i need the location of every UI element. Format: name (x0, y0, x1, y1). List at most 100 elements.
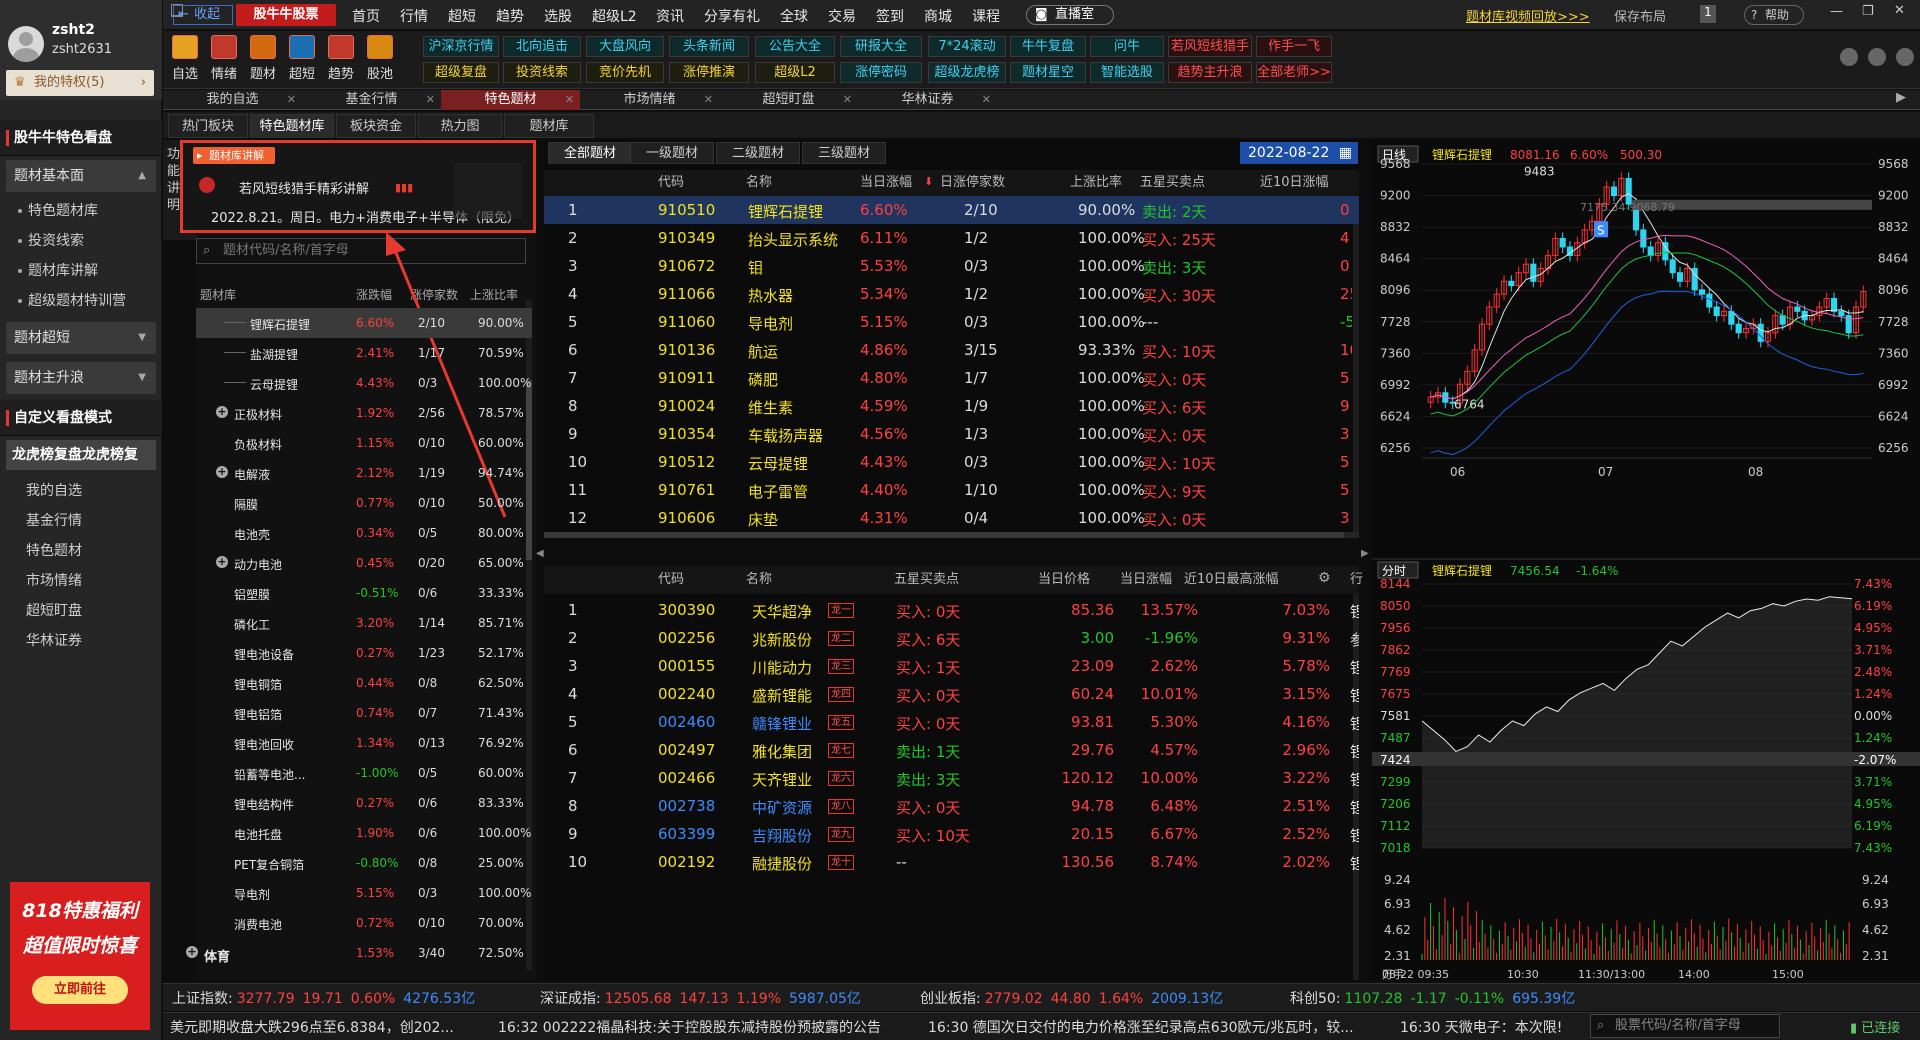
toolbar-tag[interactable]: 研报大全 (840, 36, 922, 57)
lib-row[interactable]: 导电剂 5.15% 0/3 100.00% (196, 878, 532, 908)
collapse-left-icon[interactable]: ◀ (536, 548, 544, 559)
toolbar-tag[interactable]: 涨停推演 (669, 62, 749, 83)
toolbar-tag[interactable]: 趋势主升浪 (1168, 62, 1252, 83)
table-a-col-header[interactable]: 代码 (658, 170, 684, 196)
table-a-row[interactable]: 10 910512 云母提锂 4.43% 0/3 100.00% 买入: 10天 5 (544, 448, 1359, 476)
save-layout-button[interactable]: 保存布局 (1614, 6, 1666, 25)
group-topic-short[interactable]: 题材超短 ▼ (6, 322, 156, 354)
table-b-col-header[interactable]: 五星买卖点 (894, 567, 959, 593)
service-icon[interactable] (1840, 48, 1858, 66)
lib-row[interactable]: 负极材料 1.15% 0/10 60.00% (196, 428, 532, 458)
table-b-col-header[interactable]: 行 (1350, 567, 1363, 593)
table-a-row[interactable]: 2 910349 抬头显示系统 6.11% 1/2 100.00% 买入: 25天 4 (544, 224, 1359, 252)
toolbar-tag[interactable]: 涨停密码 (840, 62, 922, 83)
table-b-row[interactable]: 4 002240 盛新锂能 龙四 买入: 0天 60.24 10.01% 3.15% 锂 (544, 680, 1359, 708)
lib-row[interactable]: 锂电池设备 0.27% 1/23 52.17% (196, 638, 532, 668)
minimize-icon[interactable]: — (1830, 4, 1843, 19)
menu-news[interactable]: 资讯 (656, 6, 684, 26)
sidebar-custom-item[interactable]: 超短盯盘 (26, 600, 82, 620)
close-icon[interactable]: ✕ (1894, 3, 1905, 18)
sidebar-item-topic-lib[interactable]: 特色题材库 (18, 200, 98, 220)
table-b-row[interactable]: 2 002256 兆新股份 龙二 买入: 6天 3.00 -1.96% 9.31% 参 (544, 624, 1359, 652)
expand-icon[interactable]: + (216, 556, 228, 568)
avatar[interactable] (8, 26, 44, 62)
lib-row[interactable]: + 电解液 2.12% 1/19 94.74% (196, 458, 532, 488)
menu-signin[interactable]: 签到 (876, 6, 904, 26)
table-b-row[interactable]: 3 000155 川能动力 龙三 买入: 1天 23.09 2.62% 5.78% 锂 (544, 652, 1359, 680)
menu-l2[interactable]: 超级L2 (592, 6, 637, 26)
table-b-row[interactable]: 8 002738 中矿资源 龙八 买入: 0天 94.78 6.48% 2.51% 锂 (544, 792, 1359, 820)
toolbar-tag[interactable]: 题材星空 (1010, 62, 1086, 83)
table-a-tab-1[interactable]: 一级题材 (630, 142, 714, 164)
tab-4[interactable]: 超短盯盘 ✕ (719, 90, 858, 110)
sidebar-custom-item[interactable]: 华林证券 (26, 630, 82, 650)
lib-row[interactable]: 锂电结构件 0.27% 0/6 83.33% (196, 788, 532, 818)
expand-icon[interactable]: + (216, 406, 228, 418)
table-b-col-header[interactable]: 代码 (658, 567, 684, 593)
tool-watchlist[interactable]: 自选 (168, 35, 202, 87)
stock-search-input[interactable]: ⌕ 股票代码/名称/首字母 (1590, 1014, 1780, 1038)
toolbar-tag[interactable]: 头条新闻 (669, 36, 749, 57)
table-a-col-header[interactable]: 上涨比率 (1070, 170, 1122, 196)
expand-icon[interactable]: + (186, 946, 198, 958)
kline-chart[interactable]: 日线 锂辉石提锂 8081.16 6.60% 500.309568 95689200 920… (1372, 140, 1920, 560)
table-b-row[interactable]: 7 002466 天齐锂业 龙六 卖出: 3天 120.12 10.00% 3.22% 锂 (544, 764, 1359, 792)
subtab-0[interactable]: 热门板块 (168, 114, 248, 138)
menu-market[interactable]: 行情 (400, 6, 428, 26)
news-item[interactable]: 16:30 德国次日交付的电力价格涨至纪录高点630欧元/兆瓦时，较... (928, 1017, 1354, 1037)
news-item[interactable]: 美元即期收盘大跌296点至6.8384，创202... (170, 1017, 454, 1037)
lecture-popup[interactable]: ▸ 题材库讲解 若风短线猎手精彩讲解 ▮▮▮ 2022.8.21。周日。电力+消费… (180, 140, 536, 233)
lib-row[interactable]: + 体育 1.53% 3/40 72.50% (186, 938, 532, 968)
toolbar-tag[interactable]: 竞价先机 (586, 62, 664, 83)
table-b-row[interactable]: 5 002460 赣锋锂业 龙五 买入: 0天 93.81 5.30% 4.16% 锂 (544, 708, 1359, 736)
sidebar-custom-item[interactable]: 我的自选 (26, 480, 82, 500)
privilege-button[interactable]: ♛ 我的特权(5) › (6, 70, 154, 96)
menu-course[interactable]: 课程 (972, 6, 1000, 26)
table-a-row[interactable]: 7 910911 磷肥 4.80% 1/7 100.00% 买入: 0天 5 (544, 364, 1359, 392)
lib-row[interactable]: 铝塑膜 -0.51% 0/6 33.33% (196, 578, 532, 608)
table-b-row[interactable]: 6 002497 雅化集团 龙七 卖出: 1天 29.76 4.57% 2.96% 锂 (544, 736, 1359, 764)
settings-gear-icon[interactable]: ⚙ (1318, 570, 1331, 586)
table-b-row[interactable]: 9 603399 吉翔股份 龙九 买入: 10天 20.15 6.67% 2.52% 锂 (544, 820, 1359, 848)
tab-5[interactable]: 华林证券 ✕ (858, 90, 997, 110)
collapse-button[interactable]: ⇤ 收起 (173, 5, 233, 25)
toolbar-tag[interactable]: 牛牛复盘 (1010, 36, 1086, 57)
table-a-col-header[interactable]: 当日涨幅 (860, 170, 912, 196)
lib-row[interactable]: 隔膜 0.77% 0/10 50.00% (196, 488, 532, 518)
table-b-col-header[interactable]: 近10日最高涨幅 (1184, 567, 1279, 593)
table-b-col-header[interactable]: 当日涨幅 (1120, 567, 1172, 593)
table-b-col-header[interactable]: 名称 (746, 567, 772, 593)
menu-mall[interactable]: 商城 (924, 6, 952, 26)
lib-row[interactable]: 铅蓄等电池... -1.00% 0/5 60.00% (196, 758, 532, 788)
lib-row[interactable]: 电池托盘 1.90% 0/6 100.00% (196, 818, 532, 848)
tab-close-icon[interactable]: ✕ (982, 90, 991, 110)
table-a-row[interactable]: 1 910510 锂辉石提锂 6.60% 2/10 90.00% 卖出: 2天 0 (544, 196, 1359, 224)
table-a-row[interactable]: 3 910672 钼 5.53% 0/3 100.00% 卖出: 3天 0 (544, 252, 1359, 280)
toolbar-tag[interactable]: 超级L2 (755, 62, 835, 83)
table-a-hscroll[interactable] (544, 532, 1359, 538)
table-a-row[interactable]: 4911066热水器5.34%1/2100.00%买入: 30天25 (544, 280, 1359, 308)
lib-row[interactable]: + 动力电池 0.45% 0/20 65.00% (196, 548, 532, 578)
lib-row[interactable]: + 正极材料 1.92% 2/56 78.57% (196, 398, 532, 428)
subtab-1[interactable]: 特色题材库 (250, 114, 334, 138)
toolbar-tag[interactable]: 超级龙虎榜 (928, 62, 1006, 83)
table-a-row[interactable]: 11 910761 电子雷管 4.40% 1/10 100.00% 买入: 9天 5 (544, 476, 1359, 504)
tab-2[interactable]: 特色题材 ✕ (441, 90, 580, 110)
toolbar-tag[interactable]: 大盘风向 (586, 36, 664, 57)
group-topic-trend[interactable]: 题材主升浪 ▼ (6, 362, 156, 394)
toolbar-tag[interactable]: 超级复盘 (423, 62, 499, 83)
tool-shortterm[interactable]: 超短 (285, 35, 319, 87)
lib-row[interactable]: 磷化工 3.20% 1/14 85.71% (196, 608, 532, 638)
lib-row[interactable]: 盐湖提锂 2.41% 1/17 70.59% (196, 338, 532, 368)
sidebar-item-lib-lecture[interactable]: 题材库讲解 (18, 260, 98, 280)
news-item[interactable]: 16:30 天微电子：本次限! (1400, 1017, 1562, 1037)
table-a-tab-3[interactable]: 三级题材 (802, 142, 886, 164)
sidebar-custom-item[interactable]: 特色题材 (26, 540, 82, 560)
tab-close-icon[interactable]: ✕ (843, 90, 852, 110)
menu-share[interactable]: 分享有礼 (704, 6, 760, 26)
subtab-2[interactable]: 板块资金 (336, 114, 416, 138)
chat-icon[interactable] (1868, 48, 1886, 66)
lib-row[interactable]: 消费电池 0.72% 0/10 70.00% (196, 908, 532, 938)
sidebar-custom-item[interactable]: 市场情绪 (26, 570, 82, 590)
toolbar-tag[interactable]: 沪深京行情 (423, 36, 499, 57)
